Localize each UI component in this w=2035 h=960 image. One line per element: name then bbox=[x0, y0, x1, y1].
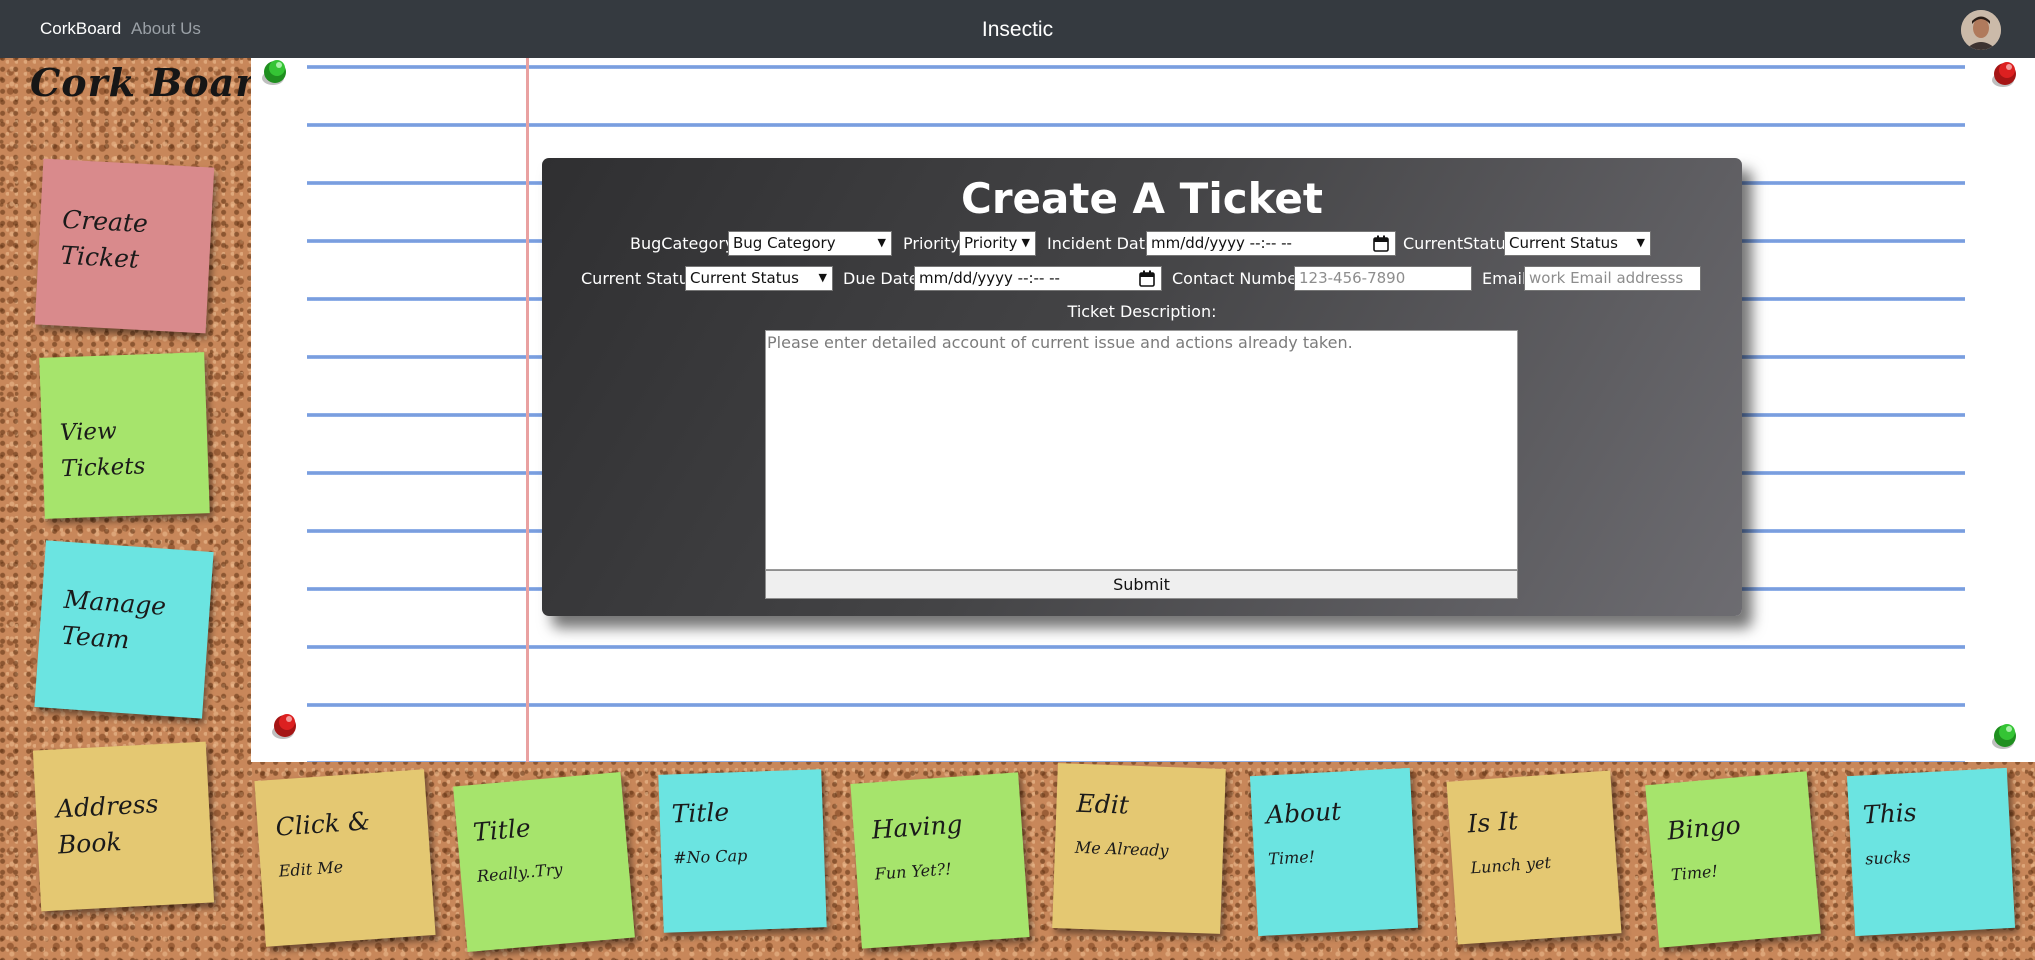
note-text: Time! bbox=[1670, 861, 1719, 885]
manage-team-note-label: Manage Team bbox=[60, 584, 168, 655]
sticky-note-bingo[interactable]: Bingo Time! bbox=[1645, 771, 1821, 948]
sticky-note-having-fun[interactable]: Having Fun Yet?! bbox=[850, 772, 1030, 949]
user-avatar-icon bbox=[1961, 10, 2001, 50]
create-ticket-form: Create A Ticket BugCategory Bug Category… bbox=[542, 158, 1742, 616]
pushpin-icon bbox=[1992, 62, 2016, 87]
note-title: Bingo bbox=[1666, 810, 1742, 846]
due-date-value: mm/dd/yyyy --:-- -- bbox=[919, 269, 1060, 287]
note-text: #No Cap bbox=[672, 845, 748, 868]
sticky-note-this-sucks[interactable]: This sucks bbox=[1846, 767, 2016, 937]
current-status-select-1[interactable]: Current Status ▼ bbox=[1504, 231, 1651, 256]
note-title: Is It bbox=[1466, 806, 1519, 839]
pushpin-icon bbox=[272, 714, 296, 739]
bug-category-select[interactable]: Bug Category ▼ bbox=[728, 231, 892, 256]
paper-left-margin bbox=[251, 58, 307, 762]
submit-button[interactable]: Submit bbox=[765, 570, 1518, 599]
current-status-label-1: CurrentStatus bbox=[1403, 234, 1515, 253]
pushpin-icon bbox=[1992, 724, 2016, 749]
bug-category-value: Bug Category bbox=[733, 234, 836, 252]
note-title: Click & bbox=[274, 806, 371, 842]
note-text: Time! bbox=[1267, 847, 1316, 869]
view-tickets-note-label: View Tickets bbox=[59, 418, 146, 483]
note-text: Edit Me bbox=[278, 857, 344, 881]
cork-board-title: Cork Board bbox=[30, 60, 284, 105]
chevron-down-icon: ▼ bbox=[1021, 236, 1030, 249]
ticket-description-textarea[interactable]: Please enter detailed account of current… bbox=[765, 330, 1518, 570]
email-label: Email bbox=[1482, 269, 1527, 288]
incident-date-value: mm/dd/yyyy --:-- -- bbox=[1151, 234, 1292, 252]
priority-value: Priority bbox=[964, 234, 1018, 252]
paper-right-margin bbox=[1965, 58, 2035, 762]
calendar-icon[interactable] bbox=[1139, 270, 1155, 287]
note-title: About bbox=[1265, 796, 1342, 830]
chevron-down-icon: ▼ bbox=[818, 271, 827, 284]
note-title: Title bbox=[671, 797, 730, 829]
app-title-wrapper: Insectic bbox=[0, 18, 2035, 42]
contact-number-placeholder: 123-456-7890 bbox=[1299, 269, 1406, 287]
email-placeholder: work Email addresss bbox=[1529, 269, 1684, 287]
note-text: Lunch yet bbox=[1469, 852, 1552, 878]
form-title: Create A Ticket bbox=[961, 174, 1323, 223]
ticket-description-label: Ticket Description: bbox=[1067, 302, 1217, 321]
current-status-value-2: Current Status bbox=[690, 269, 799, 287]
note-title: This bbox=[1862, 797, 1918, 830]
due-date-input[interactable]: mm/dd/yyyy --:-- -- bbox=[914, 266, 1162, 291]
sticky-note-click-edit[interactable]: Click & Edit Me bbox=[254, 769, 436, 947]
priority-select[interactable]: Priority ▼ bbox=[959, 231, 1036, 256]
note-text: Me Already bbox=[1074, 837, 1169, 861]
current-status-value-1: Current Status bbox=[1509, 234, 1618, 252]
bug-category-label: BugCategory bbox=[630, 234, 735, 253]
address-book-note[interactable]: Address Book bbox=[32, 741, 215, 912]
due-date-label: Due Date bbox=[843, 269, 919, 288]
incident-date-input[interactable]: mm/dd/yyyy --:-- -- bbox=[1146, 231, 1396, 256]
incident-date-label: Incident Date bbox=[1047, 234, 1155, 253]
sticky-note-about-time[interactable]: About Time! bbox=[1249, 767, 1419, 937]
create-ticket-note[interactable]: Create Ticket bbox=[34, 158, 215, 334]
note-title: Having bbox=[870, 809, 964, 845]
current-status-label-2: Current Status bbox=[581, 269, 698, 288]
top-navbar: CorkBoard About Us Insectic bbox=[0, 0, 2035, 58]
contact-number-input[interactable]: 123-456-7890 bbox=[1294, 266, 1472, 291]
nav-link-about-us[interactable]: About Us bbox=[131, 19, 201, 39]
create-ticket-note-label: Create Ticket bbox=[59, 204, 149, 274]
current-status-select-2[interactable]: Current Status ▼ bbox=[685, 266, 833, 291]
sticky-note-lunch[interactable]: Is It Lunch yet bbox=[1446, 770, 1622, 945]
paper-margin-line bbox=[526, 58, 529, 762]
nav-brand-corkboard[interactable]: CorkBoard bbox=[40, 19, 121, 39]
chevron-down-icon: ▼ bbox=[877, 236, 886, 249]
sticky-note-title-really[interactable]: Title Really..Try bbox=[453, 771, 635, 953]
ticket-description-placeholder: Please enter detailed account of current… bbox=[767, 333, 1353, 352]
sticky-note-title-nocap[interactable]: Title #No Cap bbox=[658, 769, 827, 933]
address-book-note-label: Address Book bbox=[55, 789, 160, 860]
email-input[interactable]: work Email addresss bbox=[1524, 266, 1701, 291]
contact-number-label: Contact Number bbox=[1172, 269, 1304, 288]
note-text: sucks bbox=[1864, 847, 1912, 869]
note-text: Fun Yet?! bbox=[874, 859, 953, 884]
note-text: Really..Try bbox=[476, 859, 564, 886]
view-tickets-note[interactable]: View Tickets bbox=[39, 352, 210, 519]
priority-label: Priority bbox=[903, 234, 960, 253]
note-title: Title bbox=[471, 813, 532, 848]
calendar-icon[interactable] bbox=[1373, 235, 1389, 252]
app-title: Insectic bbox=[981, 18, 1054, 41]
sticky-note-edit-me[interactable]: Edit Me Already bbox=[1052, 763, 1226, 934]
user-avatar[interactable] bbox=[1961, 10, 2001, 50]
chevron-down-icon: ▼ bbox=[1636, 236, 1645, 249]
pushpin-icon bbox=[262, 60, 286, 85]
note-title: Edit bbox=[1076, 788, 1130, 820]
manage-team-note[interactable]: Manage Team bbox=[34, 540, 214, 719]
